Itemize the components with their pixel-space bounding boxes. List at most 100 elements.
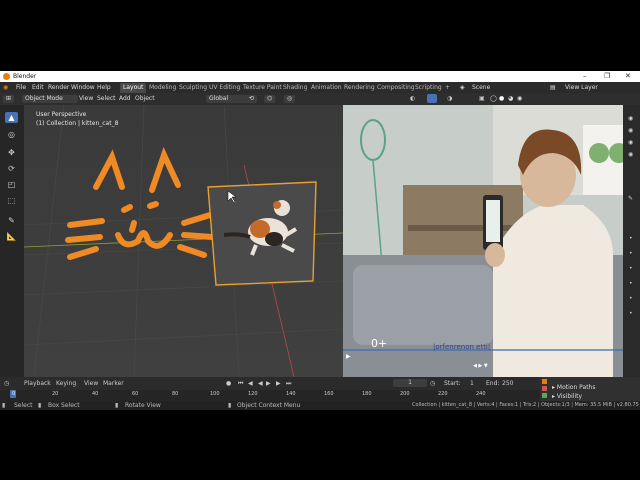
cursor-icon[interactable]: ◎ — [5, 129, 18, 140]
end-frame-field[interactable]: 250 — [502, 380, 513, 387]
mode-selector[interactable]: Object Mode — [22, 95, 78, 103]
ruler-tick: 100 — [210, 391, 220, 397]
visibility-panel[interactable]: ▸ Visibility — [552, 393, 582, 400]
xray-icon[interactable]: ▣ — [479, 95, 485, 102]
current-frame-field[interactable]: 1 — [393, 379, 427, 387]
menu-edit[interactable]: Edit — [32, 84, 44, 91]
step-forward-icon[interactable]: ▶ — [276, 380, 281, 387]
ruler-tick: 160 — [324, 391, 334, 397]
ruler-tick: 120 — [248, 391, 258, 397]
motion-paths-panel[interactable]: ▸ Motion Paths — [552, 384, 595, 391]
record-icon[interactable]: ● — [226, 380, 231, 387]
visibility-icon[interactable]: ◐ — [410, 95, 415, 102]
ruler-tick: 20 — [52, 391, 59, 397]
3d-viewport[interactable] — [24, 105, 343, 377]
visibility-label: Visibility — [556, 393, 583, 400]
proportional-edit-icon[interactable]: ◎ — [284, 95, 296, 103]
editor-type-icon[interactable]: ⊞ — [3, 95, 15, 103]
eye-icon[interactable]: ◉ — [628, 115, 633, 122]
view-layer-selector[interactable]: View Layer — [565, 84, 598, 91]
menu-window[interactable]: Window — [71, 84, 95, 91]
eye-icon[interactable]: ◉ — [628, 127, 633, 134]
jump-end-icon[interactable]: ⏭ — [286, 380, 291, 388]
ruler-tick: 220 — [438, 391, 448, 397]
play-reverse-icon[interactable]: ◀ — [258, 380, 263, 387]
start-frame-field[interactable]: 1 — [470, 380, 474, 387]
gizmo-toggle-icon[interactable] — [427, 94, 437, 103]
shading-solid-icon[interactable]: ● — [499, 95, 504, 102]
ruler-tick: 0 — [12, 391, 16, 397]
timeline-view-menu[interactable]: View — [84, 380, 98, 387]
transform-icon[interactable]: ⬚ — [5, 195, 18, 206]
select-arrow-icon[interactable]: ▲ — [5, 112, 18, 123]
eye-icon[interactable]: ◉ — [628, 151, 633, 158]
video-scribble: |orfenrenon etti| — [433, 343, 491, 351]
marker-menu[interactable]: Marker — [103, 380, 124, 387]
ruler-tick: 140 — [286, 391, 296, 397]
motion-paths-label: Motion Paths — [556, 384, 596, 391]
step-back-icon[interactable]: ◀ — [248, 380, 253, 387]
overlay-icon[interactable]: ◑ — [447, 95, 452, 102]
rotate-icon[interactable]: ⟳ — [5, 163, 18, 174]
maximize-button[interactable]: ❐ — [604, 72, 610, 80]
annotate-icon[interactable]: ✎ — [5, 215, 18, 226]
wrench-icon[interactable]: ✎ — [628, 195, 633, 202]
mouse-right-icon: ▮ — [228, 402, 232, 409]
object-props-icon[interactable] — [542, 379, 547, 384]
viewport-header: ⊞ Object Mode View Select Add Object Glo… — [0, 93, 343, 105]
minimize-button[interactable]: – — [583, 72, 587, 80]
ruler-tick: 200 — [400, 391, 410, 397]
data-props-icon[interactable] — [542, 393, 547, 398]
dot-icon[interactable]: • — [629, 250, 633, 257]
dot-icon[interactable]: • — [629, 265, 633, 272]
dot-icon[interactable]: • — [629, 310, 633, 317]
close-button[interactable]: ✕ — [625, 72, 631, 80]
dot-icon[interactable]: • — [629, 295, 633, 302]
video-counter: 0+ — [371, 337, 388, 350]
menu-file[interactable]: File — [16, 84, 26, 91]
shading-wireframe-icon[interactable]: ◯ — [490, 95, 497, 102]
window-title: Blender — [13, 73, 37, 80]
pivot-icon[interactable]: ⟲ — [246, 95, 258, 103]
transform-orientation-selector[interactable]: Global — [206, 95, 248, 103]
top-menubar: ◉ File Edit Render Window Help Layout Mo… — [0, 82, 640, 94]
viewport-canvas — [24, 105, 343, 377]
right-viewport-header: ◐ ◑ ▣ ◯ ● ◕ ◉ — [343, 93, 640, 105]
play-icon[interactable]: ▶ — [266, 380, 271, 387]
timeline-editor-icon[interactable]: ◷ — [4, 380, 9, 387]
object-menu[interactable]: Object — [132, 95, 158, 103]
snap-icon[interactable]: ⌬ — [264, 95, 276, 103]
add-menu[interactable]: Add — [116, 95, 134, 103]
ruler-tick: 60 — [132, 391, 139, 397]
dot-icon[interactable]: • — [629, 235, 633, 242]
video-mini-controls: ◀ ▶ ▼ — [473, 363, 488, 369]
timeline-ruler[interactable]: 0 20 40 60 80 100 120 140 160 180 200 22… — [0, 390, 540, 401]
shading-material-icon[interactable]: ◕ — [508, 95, 513, 102]
eye-icon[interactable]: ◉ — [628, 139, 633, 146]
properties-panel: ▸ Motion Paths ▸ Visibility — [540, 377, 640, 401]
viewport-perspective-label: User Perspective — [36, 111, 87, 118]
viewport-collection-label: (1) Collection | kitten_cat_8 — [36, 120, 119, 127]
end-label: End: — [486, 380, 500, 387]
window-titlebar: Blender – ❐ ✕ — [0, 71, 640, 82]
select-menu[interactable]: Select — [94, 95, 119, 103]
tool-shelf: ▲ ◎ ✥ ⟳ ◰ ⬚ ✎ 📐 — [0, 105, 24, 377]
video-play-icon: ▶ — [346, 353, 351, 360]
jump-start-icon[interactable]: ⏮ — [238, 380, 243, 388]
menu-render[interactable]: Render — [48, 84, 69, 91]
right-region-icons: ◉ ◉ ◉ ◉ ✎ • • • • • • — [623, 105, 640, 377]
blender-menu-icon[interactable]: ◉ — [3, 84, 8, 91]
scale-icon[interactable]: ◰ — [5, 179, 18, 190]
keying-menu[interactable]: Keying — [56, 380, 76, 387]
start-label: Start: — [444, 380, 461, 387]
constraint-props-icon[interactable] — [542, 386, 547, 391]
mouse-left-icon: ▮ — [38, 402, 42, 409]
measure-icon[interactable]: 📐 — [5, 231, 18, 242]
mouse-left-icon: ▮ — [2, 402, 6, 409]
move-icon[interactable]: ✥ — [5, 147, 18, 158]
menu-help[interactable]: Help — [97, 84, 111, 91]
playback-menu[interactable]: Playback — [24, 380, 51, 387]
shading-rendered-icon[interactable]: ◉ — [517, 95, 522, 102]
dot-icon[interactable]: • — [629, 280, 633, 287]
scene-selector[interactable]: Scene — [472, 84, 490, 91]
